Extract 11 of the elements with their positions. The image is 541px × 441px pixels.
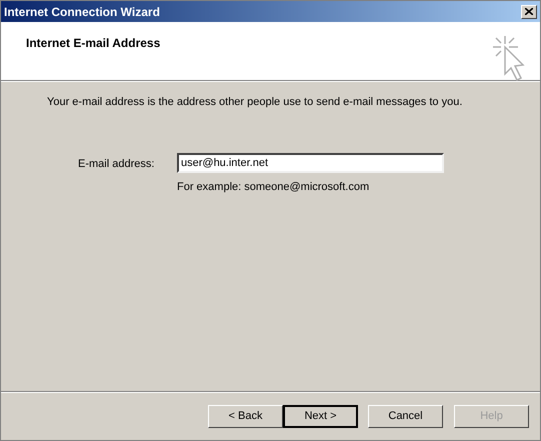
close-icon	[525, 8, 533, 15]
close-button[interactable]	[521, 4, 537, 18]
intro-text: Your e-mail address is the address other people use to send e-mail messages to you.	[47, 95, 464, 110]
email-label: E-mail address:	[78, 156, 156, 172]
dialog-button[interactable]: Next >	[283, 405, 358, 428]
dialog-button[interactable]: Cancel	[368, 405, 443, 428]
dialog-button[interactable]: < Back	[208, 405, 283, 428]
example-hint: For example: someone@microsoft.com	[177, 180, 370, 194]
window-title: Internet Connection Wizard	[4, 4, 160, 20]
email-field[interactable]: user@hu.inter.net	[177, 152, 444, 172]
page-title: Internet E-mail Address	[26, 35, 160, 52]
